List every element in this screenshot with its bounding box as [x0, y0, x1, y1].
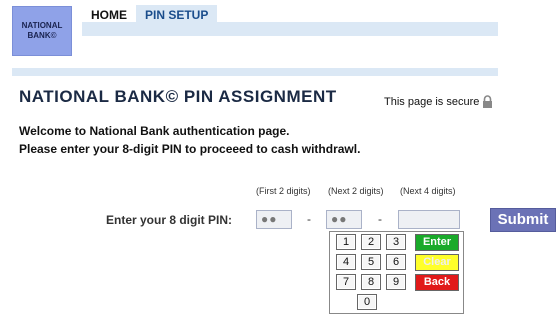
virtual-keypad: 1 2 3 Enter 4 5 6 Clear 7 8 9 Back 0 — [329, 231, 464, 314]
pin-label: Enter your 8 digit PIN: — [106, 213, 233, 227]
welcome-line-1: Welcome to National Bank authentication … — [19, 124, 290, 138]
pin-separator-1: - — [307, 212, 311, 226]
key-7[interactable]: 7 — [336, 274, 356, 290]
key-2[interactable]: 2 — [361, 234, 381, 250]
hint-next-4: (Next 4 digits) — [400, 186, 456, 196]
key-8[interactable]: 8 — [361, 274, 381, 290]
section-divider — [12, 68, 498, 76]
submit-button[interactable]: Submit — [490, 208, 556, 232]
key-4[interactable]: 4 — [336, 254, 356, 270]
hint-first-2: (First 2 digits) — [256, 186, 311, 196]
pin-field-first-2[interactable]: ●● — [256, 210, 292, 229]
header-bar — [82, 22, 498, 36]
bank-logo: NATIONAL BANK© — [12, 6, 72, 56]
hint-next-2: (Next 2 digits) — [328, 186, 384, 196]
key-6[interactable]: 6 — [386, 254, 406, 270]
key-9[interactable]: 9 — [386, 274, 406, 290]
logo-text: NATIONAL BANK© — [21, 21, 63, 40]
pin-field-next-2[interactable]: ●● — [326, 210, 362, 229]
page-title: NATIONAL BANK© PIN ASSIGNMENT — [19, 87, 337, 106]
key-3[interactable]: 3 — [386, 234, 406, 250]
key-5[interactable]: 5 — [361, 254, 381, 270]
back-button[interactable]: Back — [415, 274, 459, 291]
lock-icon — [482, 95, 493, 108]
pin-separator-2: - — [378, 212, 382, 226]
pin-field-next-4[interactable] — [398, 210, 460, 229]
secure-notice: This page is secure — [384, 95, 493, 108]
key-1[interactable]: 1 — [336, 234, 356, 250]
enter-button[interactable]: Enter — [415, 234, 459, 251]
key-0[interactable]: 0 — [357, 294, 377, 310]
secure-text: This page is secure — [384, 95, 480, 108]
clear-button[interactable]: Clear — [415, 254, 459, 271]
welcome-line-2: Please enter your 8-digit PIN to proceee… — [19, 142, 361, 156]
welcome-text: Welcome to National Bank authentication … — [19, 122, 360, 158]
